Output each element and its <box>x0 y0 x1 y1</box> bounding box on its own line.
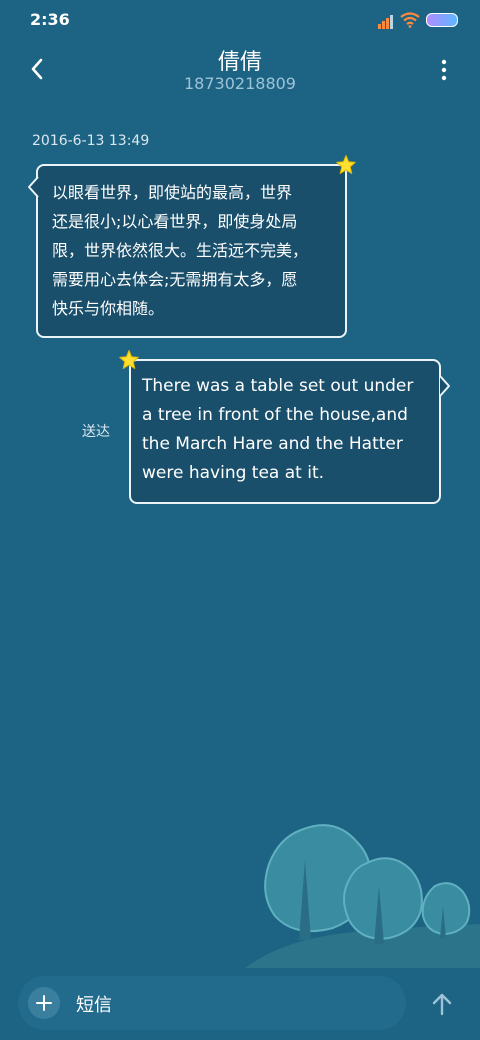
message-line: a tree in front of the house,and <box>142 405 408 425</box>
message-line: 需要用心去体会;无需拥有太多，愿 <box>52 270 298 289</box>
message-line: 快乐与你相随。 <box>52 299 165 318</box>
received-message-bubble[interactable]: 以眼看世界，即使站的最高，世界 还是很小;以心看世界，即使身处局 限，世界依然很… <box>36 164 347 338</box>
sent-message-bubble[interactable]: There was a table set out under a tree i… <box>129 359 441 504</box>
send-arrow-icon <box>432 993 452 1016</box>
more-options-button[interactable] <box>434 56 454 84</box>
add-icon <box>36 995 52 1011</box>
more-vert-icon <box>441 59 447 81</box>
message-input[interactable]: 短信 <box>76 991 112 1017</box>
star-icon <box>119 350 139 369</box>
message-line: 限，世界依然很大。生活远不完美， <box>52 241 309 260</box>
message-line: the March Hare and the Hatter <box>142 434 403 454</box>
wifi-icon <box>400 11 420 28</box>
bubble-tail <box>439 375 450 397</box>
trees-illustration <box>245 824 480 968</box>
contact-name: 倩倩 <box>217 50 262 75</box>
status-bar: 2:36 <box>0 0 480 40</box>
message-timestamp: 2016-6-13 13:49 <box>32 133 150 149</box>
status-icons <box>378 10 458 29</box>
status-time: 2:36 <box>30 10 70 29</box>
star-icon <box>336 155 356 174</box>
signal-icon <box>378 10 394 29</box>
add-attachment-button[interactable] <box>28 987 60 1019</box>
delivery-status: 送达 <box>82 424 110 440</box>
send-button[interactable] <box>424 984 460 1024</box>
contact-number: 18730218809 <box>184 74 296 93</box>
message-line: There was a table set out under <box>142 376 414 396</box>
bubble-tail <box>28 176 39 198</box>
message-composer: 短信 <box>18 976 406 1030</box>
message-line: were having tea at it. <box>142 463 325 483</box>
message-line: 以眼看世界，即使站的最高，世界 <box>52 183 293 202</box>
battery-icon <box>426 12 458 27</box>
message-line: 还是很小;以心看世界，即使身处局 <box>52 212 298 231</box>
conversation-header: 倩倩 18730218809 <box>0 40 480 100</box>
